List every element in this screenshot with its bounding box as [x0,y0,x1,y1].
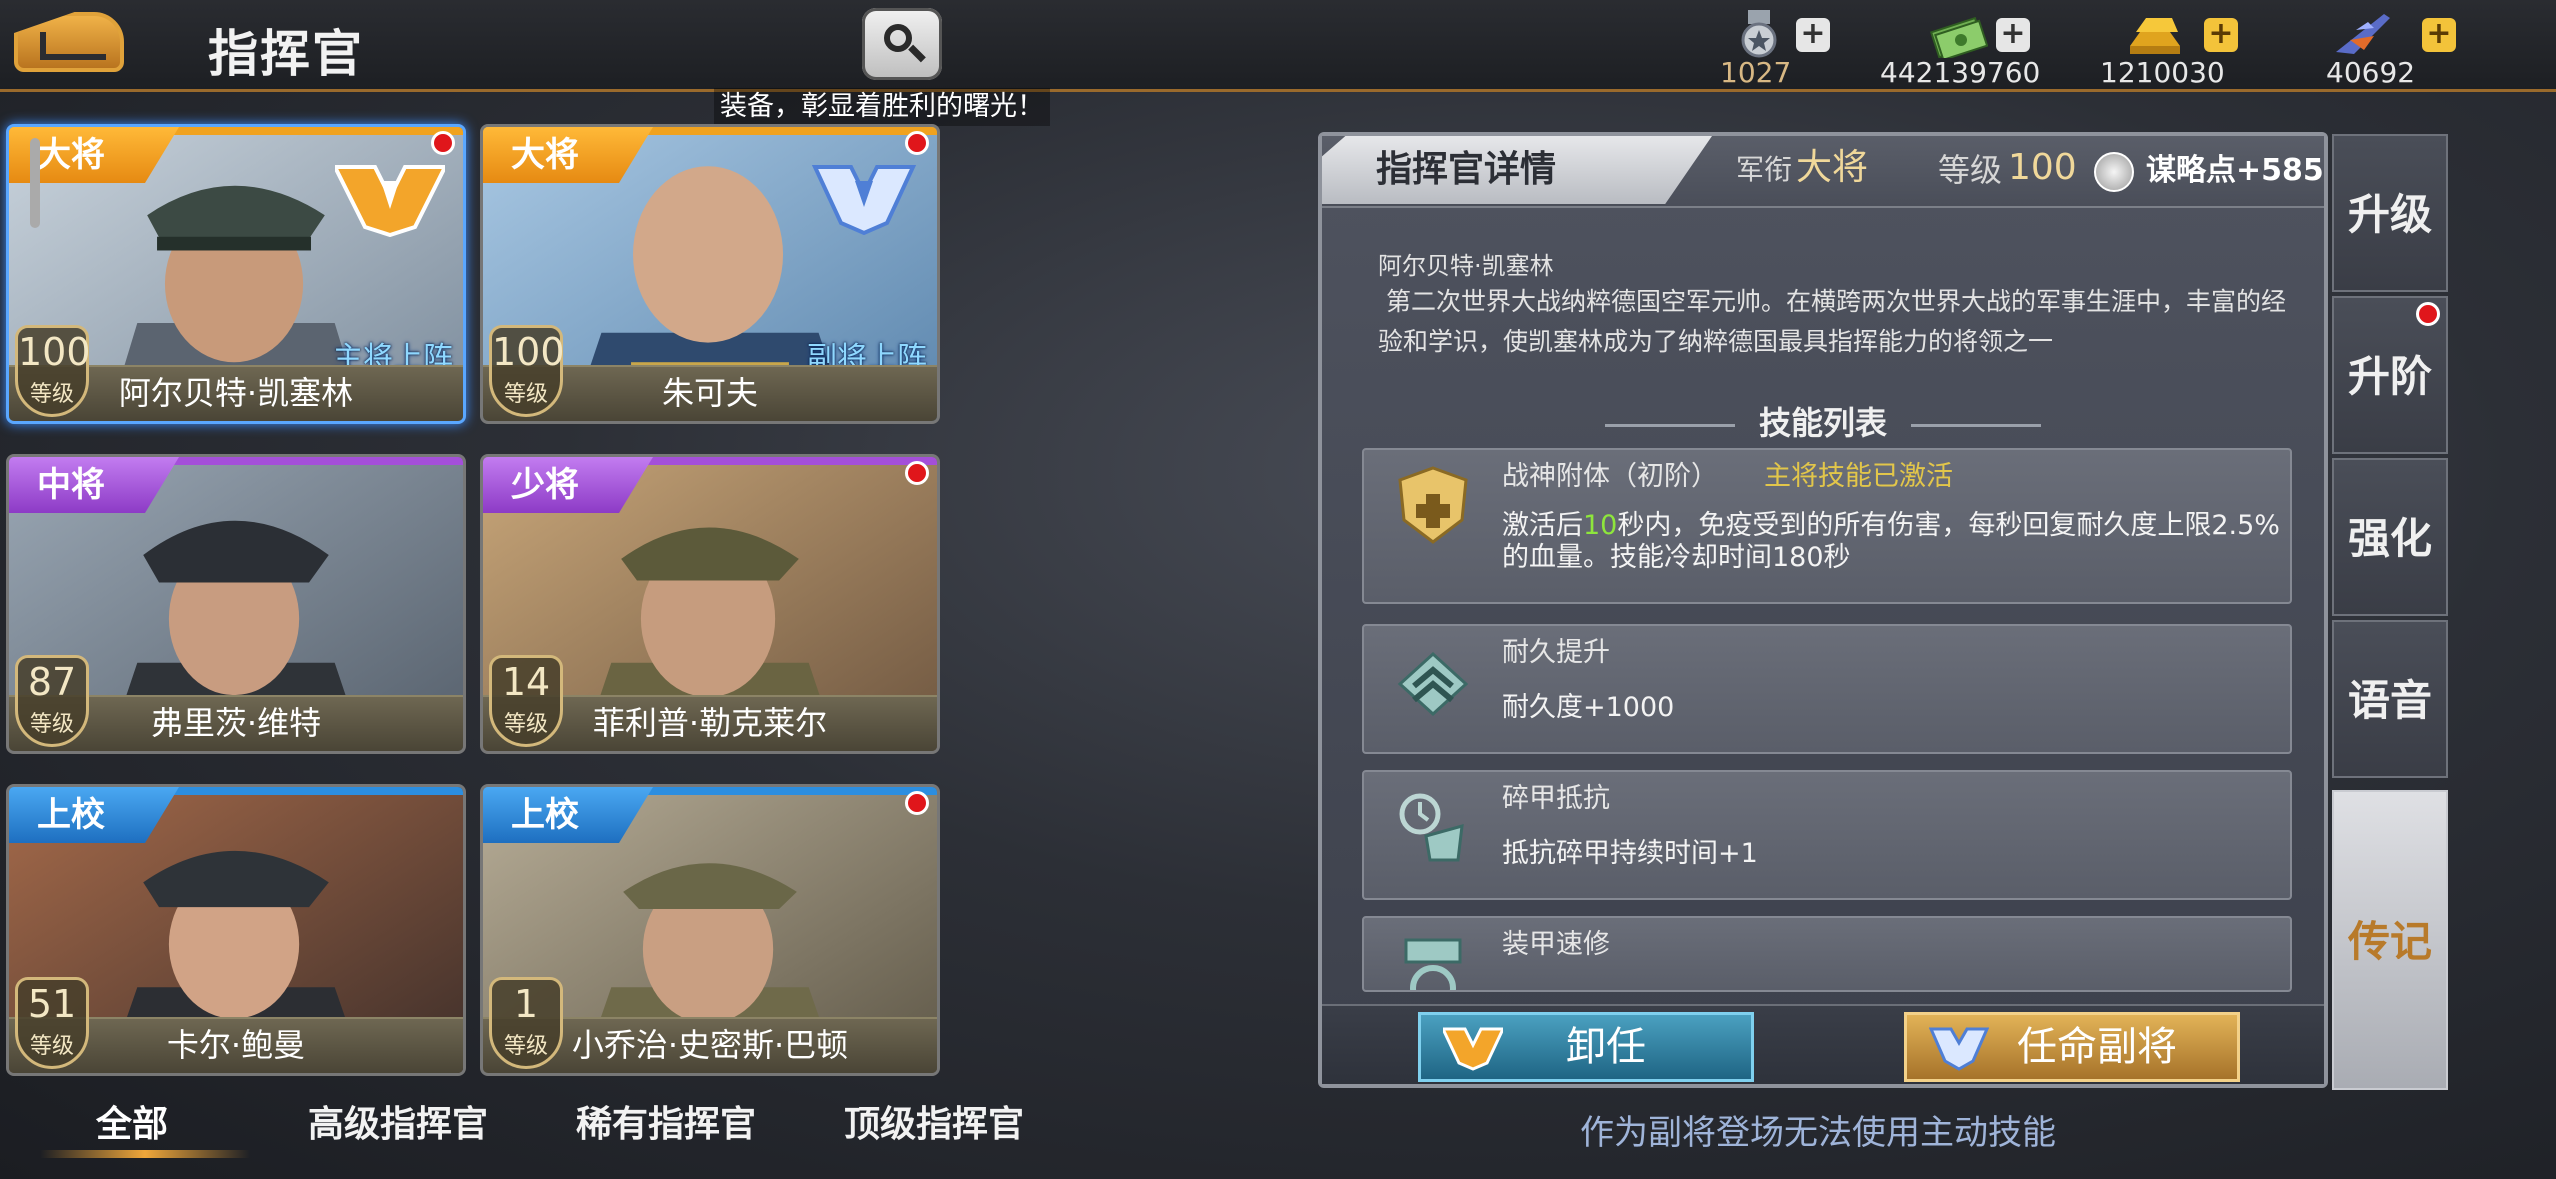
notification-dot [431,131,455,155]
rank-emblem-icon [811,165,917,236]
commander-card[interactable]: 大将 副将上阵 朱可夫 100 等级 [480,124,940,424]
strategy-point-icon [2094,152,2134,192]
level-label: 等级 [1938,151,2003,189]
resource-gold: + 1210030 [2100,10,2300,90]
active-tab-indicator [40,1150,250,1158]
notification-dot [905,131,929,155]
search-button[interactable] [862,8,942,80]
level-badge: 1 等级 [489,977,563,1069]
add-medal-button[interactable]: + [1796,18,1830,52]
jet-count: 40692 [2326,56,2416,89]
marquee-text: 装备，彰显着胜利的曙光！ [714,88,1050,126]
tab-top[interactable]: 顶级指挥官 [844,1095,1024,1147]
notification-dot [2416,302,2440,326]
search-icon [884,24,912,52]
skill-description: 抵抗碎甲持续时间+1 [1502,838,1758,869]
add-cash-button[interactable]: + [1996,18,2030,52]
medal-icon [1741,10,1777,58]
level-badge: 51 等级 [15,977,89,1069]
page-title: 指挥官 [208,25,364,83]
skill-item[interactable]: 战神附体（初阶） 主将技能已激活 激活后10秒内，免疫受到的所有伤害，每秒回复耐… [1362,448,2292,604]
detail-header: 指挥官详情 军衔 大将 等级 100 谋略点+585 [1322,136,2324,208]
action-bar: 卸任 任命副将 [1322,1004,2324,1084]
add-gold-button[interactable]: + [2204,18,2238,52]
gold-count: 1210030 [2100,56,2225,89]
medal-count: 1027 [1720,56,1792,89]
skill-description: 耐久度+1000 [1502,692,1675,723]
tab-biography[interactable]: 传记 [2332,790,2448,1090]
skill-status: 主将技能已激活 [1764,461,1953,492]
skill-item[interactable]: 耐久提升 耐久度+1000 [1362,624,2292,754]
rank-emblem-icon [335,165,445,237]
back-button[interactable] [14,12,124,72]
eagle-shield-icon [1398,466,1468,544]
tab-promote[interactable]: 升阶 [2332,296,2448,454]
resource-jet: + 40692 [2320,10,2500,90]
notification-dot [905,461,929,485]
bio-text: 第二次世界大战纳粹德国空军元帅。在横跨两次世界大战的军事生涯中，丰富的经验和学识… [1378,287,2287,356]
rank-emblem-icon [1443,1027,1503,1071]
rank-value: 大将 [1796,147,1869,188]
gold-bar-icon [2130,18,2180,54]
level-badge: 14 等级 [489,655,563,747]
tab-all[interactable]: 全部 [96,1095,168,1147]
level-badge: 100 等级 [489,325,565,417]
notification-dot [905,791,929,815]
bio-name: 阿尔贝特·凯塞林 [1378,252,1554,280]
cash-icon [1930,16,1988,58]
cash-count: 442139760 [1880,56,2041,89]
resource-cash: + 442139760 [1880,10,2110,90]
dismiss-button[interactable]: 卸任 [1418,1012,1754,1082]
add-jet-button[interactable]: + [2422,18,2456,52]
tab-advanced[interactable]: 高级指挥官 [308,1095,488,1147]
commander-detail-panel: 指挥官详情 军衔 大将 等级 100 谋略点+585 阿尔贝特·凯塞林 第二次世… [1318,132,2328,1088]
top-bar: 指挥官 + 1027 + 442139760 + 1210030 + 40692 [0,0,2556,92]
appoint-deputy-button[interactable]: 任命副将 [1904,1012,2240,1082]
detail-title: 指挥官详情 [1322,136,1712,204]
tab-upgrade[interactable]: 升级 [2332,134,2448,292]
commander-card[interactable]: 上校 卡尔·鲍曼 51 等级 [6,784,466,1076]
level-badge: 100 等级 [15,325,91,417]
tab-enhance[interactable]: 强化 [2332,458,2448,616]
deputy-emblem-icon [1929,1027,1989,1071]
commander-card[interactable]: 上校 小乔治·史密斯·巴顿 1 等级 [480,784,940,1076]
level-value: 100 [2008,147,2077,188]
skill-item[interactable]: 装甲速修 [1362,916,2292,992]
resource-medal: + 1027 [1720,10,1900,90]
armor-repair-icon [1404,938,1462,990]
skill-name: 碎甲抵抗 [1502,783,1610,814]
strategy-points: 谋略点+585 [2146,153,2324,188]
skills-title: 技能列表 [1322,398,2324,444]
tab-voice[interactable]: 语音 [2332,620,2448,778]
skill-item[interactable]: 碎甲抵抗 抵抗碎甲持续时间+1 [1362,770,2292,900]
rank-label: 军衔 [1736,153,1793,186]
fighter-jet-icon [2336,14,2390,54]
skill-name: 装甲速修 [1502,929,1610,960]
level-badge: 87 等级 [15,655,89,747]
tab-rare[interactable]: 稀有指挥官 [576,1095,756,1147]
skill-description: 激活后10秒内，免疫受到的所有伤害，每秒回复耐久度上限2.5%的血量。技能冷却时… [1502,510,2280,573]
deputy-hint: 作为副将登场无法使用主动技能 [1580,1113,2056,1153]
commander-card[interactable]: 中将 弗里茨·维特 87 等级 [6,454,466,754]
skill-name: 耐久提升 [1502,637,1610,668]
list-scrollbar[interactable] [30,138,40,228]
durability-up-icon [1397,651,1469,717]
commander-card[interactable]: 少将 菲利普·勒克莱尔 14 等级 [480,454,940,754]
armor-break-resist-icon [1399,793,1464,862]
skill-name: 战神附体（初阶） [1502,461,1718,492]
commander-card[interactable]: 大将 主将上阵 阿尔贝特·凯塞林 100 等级 [6,124,466,424]
